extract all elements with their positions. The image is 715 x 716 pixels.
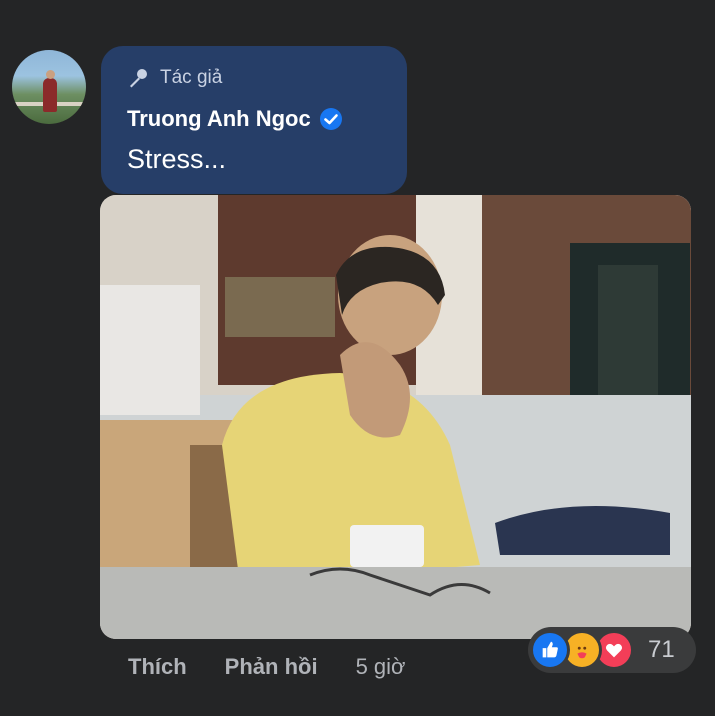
- avatar-figure: [43, 78, 57, 112]
- photo-illustration: [100, 195, 691, 639]
- like-button[interactable]: Thích: [128, 654, 187, 680]
- reaction-count: 71: [648, 636, 675, 663]
- verified-badge-icon: [319, 107, 343, 131]
- microphone-icon: [126, 66, 150, 90]
- comment-text: Stress...: [127, 144, 227, 174]
- avatar-head: [46, 70, 55, 79]
- author-name-row: Truong Anh Ngoc: [127, 106, 343, 132]
- reply-button[interactable]: Phản hồi: [225, 654, 318, 680]
- like-reaction-icon: [530, 630, 570, 670]
- author-badge-label: Tác giả: [160, 67, 223, 88]
- author-name[interactable]: Truong Anh Ngoc: [127, 106, 311, 132]
- comment-actions: Thích Phản hồi 5 giờ: [128, 654, 405, 680]
- timestamp[interactable]: 5 giờ: [356, 654, 406, 680]
- comment-photo[interactable]: [100, 195, 691, 639]
- avatar[interactable]: [12, 50, 86, 124]
- reaction-summary[interactable]: 71: [528, 627, 696, 673]
- author-badge: Tác giả: [126, 66, 222, 90]
- comment-bubble: Tác giả Truong Anh Ngoc Stress...: [101, 46, 407, 194]
